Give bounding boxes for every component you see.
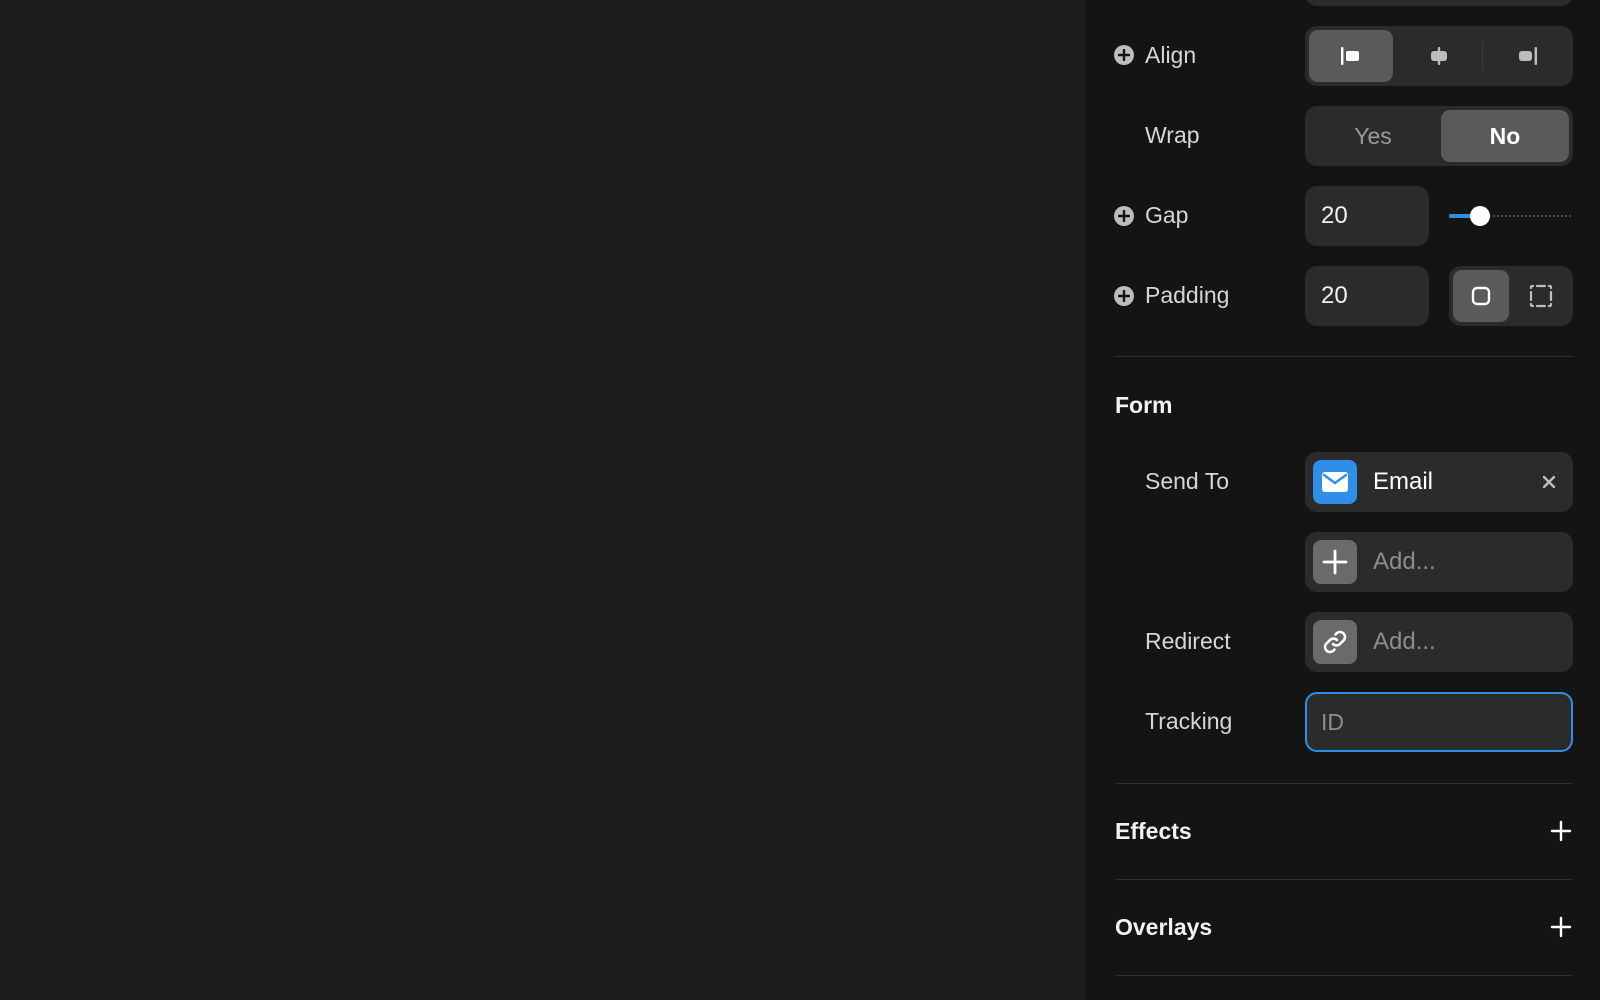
wrap-no-button[interactable]: No — [1441, 110, 1569, 162]
email-tile — [1313, 460, 1357, 504]
dashed-square-icon — [1529, 284, 1553, 308]
tracking-id-placeholder: ID — [1321, 708, 1344, 735]
redirect-add-button[interactable]: Add... — [1305, 612, 1573, 672]
gap-input[interactable]: 20 — [1305, 186, 1429, 246]
padding-label: Padding — [1145, 282, 1230, 308]
send-to-email-item[interactable]: Email — [1305, 452, 1573, 512]
align-center-button[interactable] — [1397, 30, 1481, 82]
padding-add-icon[interactable] — [1114, 286, 1134, 306]
padding-mode-control[interactable] — [1449, 266, 1573, 326]
align-add-icon[interactable] — [1114, 45, 1134, 65]
previous-control[interactable] — [1305, 0, 1573, 6]
design-canvas[interactable] — [0, 0, 1085, 1000]
section-divider — [1115, 975, 1573, 976]
align-left-icon — [1341, 47, 1359, 65]
gap-slider-thumb[interactable] — [1470, 206, 1490, 226]
add-tile — [1313, 540, 1357, 584]
send-to-add-placeholder: Add... — [1373, 548, 1436, 575]
plus-icon — [1550, 820, 1572, 842]
padding-input[interactable]: 20 — [1305, 266, 1429, 326]
close-icon — [1542, 475, 1556, 489]
section-divider — [1115, 783, 1573, 784]
wrap-segmented-control[interactable]: Yes No — [1305, 106, 1573, 166]
square-icon — [1471, 286, 1491, 306]
gap-slider[interactable] — [1449, 200, 1573, 232]
plus-icon — [1322, 549, 1348, 575]
add-overlay-button[interactable] — [1548, 914, 1574, 940]
redirect-placeholder: Add... — [1373, 628, 1436, 655]
padding-individual-button[interactable] — [1513, 270, 1569, 322]
align-separator — [1482, 42, 1483, 70]
gap-label: Gap — [1145, 202, 1189, 228]
send-to-email-text: Email — [1373, 468, 1434, 495]
remove-email-button[interactable] — [1539, 472, 1559, 492]
redirect-label: Redirect — [1145, 628, 1231, 654]
effects-section-title: Effects — [1115, 818, 1192, 844]
mail-icon — [1322, 472, 1348, 492]
align-right-button[interactable] — [1485, 30, 1569, 82]
link-tile — [1313, 620, 1357, 664]
wrap-yes-button[interactable]: Yes — [1309, 110, 1437, 162]
form-section-title: Form — [1115, 392, 1173, 418]
align-segmented-control[interactable] — [1305, 26, 1573, 86]
tracking-id-input[interactable]: ID — [1305, 692, 1573, 752]
plus-icon — [1550, 916, 1572, 938]
wrap-label: Wrap — [1145, 122, 1200, 148]
link-icon — [1323, 630, 1347, 654]
tracking-label: Tracking — [1145, 708, 1233, 734]
padding-uniform-button[interactable] — [1453, 270, 1509, 322]
gap-add-icon[interactable] — [1114, 206, 1134, 226]
align-left-button[interactable] — [1309, 30, 1393, 82]
send-to-label: Send To — [1145, 468, 1229, 494]
send-to-add-button[interactable]: Add... — [1305, 532, 1573, 592]
align-label: Align — [1145, 42, 1197, 68]
add-effect-button[interactable] — [1548, 818, 1574, 844]
align-right-icon — [1519, 47, 1537, 65]
section-divider — [1115, 356, 1573, 357]
section-divider — [1115, 879, 1573, 880]
overlays-section-title: Overlays — [1115, 914, 1213, 940]
align-center-icon — [1431, 47, 1447, 65]
